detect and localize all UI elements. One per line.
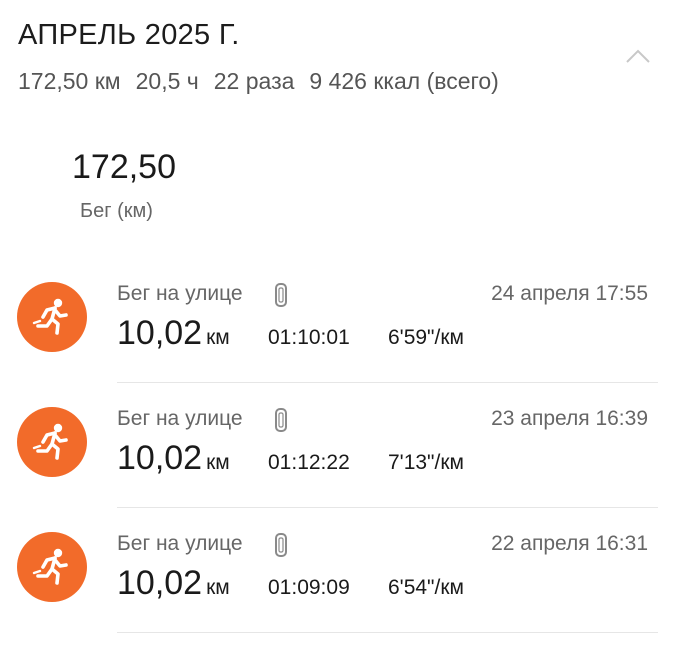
workout-item[interactable]: Бег на улице 24 апреля 17:55 10,02 км 01:… (0, 258, 680, 383)
workout-item[interactable]: Бег на улице 22 апреля 16:31 10,02 км 01:… (0, 508, 680, 633)
running-person-icon (17, 532, 87, 602)
chevron-up-icon (626, 49, 650, 63)
workout-distance-value: 10,02 (117, 564, 203, 602)
month-summary-card: АПРЕЛЬ 2025 Г. 172,50 км 20,5 ч 22 раза … (0, 0, 680, 647)
workout-distance-unit: км (206, 576, 230, 599)
summary-calories: 9 426 ккал (всего) (309, 68, 499, 94)
workout-distance-value: 10,02 (117, 439, 203, 477)
workout-distance: 10,02 км (117, 314, 230, 353)
divider (117, 632, 658, 633)
summary-count: 22 раза (213, 68, 295, 94)
workout-type: Бег на улице (117, 532, 243, 555)
workout-duration: 01:10:01 (268, 326, 350, 349)
workout-distance: 10,02 км (117, 439, 230, 478)
watch-icon (274, 407, 288, 433)
workout-datetime: 24 апреля 17:55 (491, 282, 648, 305)
workout-distance-unit: км (206, 451, 230, 474)
month-summary-stats: 172,50 км 20,5 ч 22 раза 9 426 ккал (все… (18, 68, 499, 95)
workout-pace: 6'59"/км (388, 326, 464, 349)
collapse-button[interactable] (618, 38, 658, 74)
summary-duration: 20,5 ч (135, 68, 199, 94)
workout-pace: 6'54"/км (388, 576, 464, 599)
running-person-icon (17, 282, 87, 352)
workout-type: Бег на улице (117, 407, 243, 430)
workout-distance-unit: км (206, 326, 230, 349)
workout-datetime: 22 апреля 16:31 (491, 532, 648, 555)
workout-datetime: 23 апреля 16:39 (491, 407, 648, 430)
workout-duration: 01:09:09 (268, 576, 350, 599)
running-person-icon (17, 407, 87, 477)
workout-pace: 7'13"/км (388, 451, 464, 474)
watch-icon (274, 282, 288, 308)
watch-icon (274, 532, 288, 558)
summary-distance: 172,50 км (18, 68, 121, 94)
workout-type: Бег на улице (117, 282, 243, 305)
workout-duration: 01:12:22 (268, 451, 350, 474)
total-distance-value: 172,50 (72, 148, 176, 186)
workout-item[interactable]: Бег на улице 23 апреля 16:39 10,02 км 01:… (0, 383, 680, 508)
total-distance-label: Бег (км) (80, 200, 153, 222)
month-title: АПРЕЛЬ 2025 Г. (18, 19, 240, 51)
workout-distance-value: 10,02 (117, 314, 203, 352)
workout-distance: 10,02 км (117, 564, 230, 603)
